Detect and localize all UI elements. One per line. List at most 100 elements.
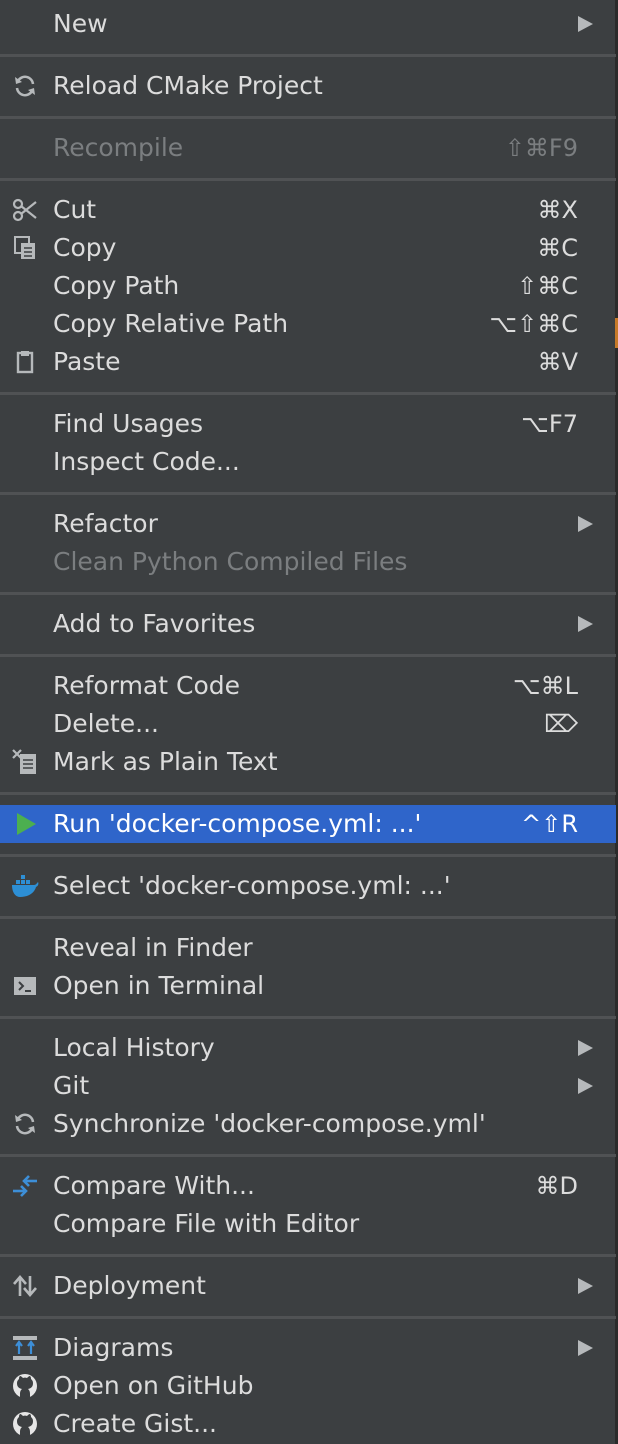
menu-item-recompile: Recompile ⇧⌘F9 xyxy=(0,129,616,167)
menu-separator xyxy=(0,54,616,57)
menu-item-shortcut: ⌘D xyxy=(535,1172,578,1200)
menu-item-shortcut: ⇧⌘C xyxy=(517,272,578,300)
menu-item-clean-python-compiled-files: Clean Python Compiled Files xyxy=(0,543,616,581)
menu-item-label: Recompile xyxy=(53,133,184,162)
submenu-arrow-icon xyxy=(578,1078,593,1094)
menu-item-reveal-in-finder[interactable]: Reveal in Finder xyxy=(0,929,616,967)
menu-item-cut[interactable]: Cut ⌘X xyxy=(0,191,616,229)
menu-item-label: Run 'docker-compose.yml: ...' xyxy=(53,809,422,838)
menu-item-label: Local History xyxy=(53,1033,215,1062)
scissors-icon xyxy=(9,196,41,224)
menu-separator xyxy=(0,792,616,795)
compare-icon xyxy=(9,1172,41,1200)
menu-item-open-in-terminal[interactable]: Open in Terminal xyxy=(0,967,616,1005)
menu-item-label: Create Gist... xyxy=(53,1409,218,1438)
submenu-arrow-icon xyxy=(578,1040,593,1056)
menu-item-reformat-code[interactable]: Reformat Code ⌥⌘L xyxy=(0,667,616,705)
menu-item-shortcut: ^⇧R xyxy=(521,810,578,838)
menu-separator xyxy=(0,392,616,395)
menu-item-delete[interactable]: Delete... ⌦ xyxy=(0,705,616,743)
menu-item-paste[interactable]: Paste ⌘V xyxy=(0,343,616,381)
menu-item-label: Diagrams xyxy=(53,1333,174,1362)
menu-item-mark-as-plain-text[interactable]: Mark as Plain Text xyxy=(0,743,616,781)
menu-item-label: Select 'docker-compose.yml: ...' xyxy=(53,871,451,900)
run-icon xyxy=(9,810,41,838)
menu-item-label: Copy Path xyxy=(53,271,180,300)
menu-item-label: Compare File with Editor xyxy=(53,1209,360,1238)
github-icon xyxy=(9,1372,41,1400)
menu-item-label: Reveal in Finder xyxy=(53,933,253,962)
menu-item-label: Open in Terminal xyxy=(53,971,265,1000)
menu-item-reload-cmake-project[interactable]: Reload CMake Project xyxy=(0,67,616,105)
menu-item-local-history[interactable]: Local History xyxy=(0,1029,616,1067)
menu-item-label: Find Usages xyxy=(53,409,204,438)
menu-item-label: New xyxy=(53,9,108,38)
menu-item-run-docker-compose-yml[interactable]: Run 'docker-compose.yml: ...' ^⇧R xyxy=(0,805,616,843)
menu-item-label: Git xyxy=(53,1071,90,1100)
menu-item-label: Reload CMake Project xyxy=(53,71,323,100)
menu-item-copy[interactable]: Copy ⌘C xyxy=(0,229,616,267)
menu-item-find-usages[interactable]: Find Usages ⌥F7 xyxy=(0,405,616,443)
submenu-arrow-icon xyxy=(578,1340,593,1356)
menu-item-copy-path[interactable]: Copy Path ⇧⌘C xyxy=(0,267,616,305)
menu-item-label: Copy Relative Path xyxy=(53,309,289,338)
menu-item-label: Deployment xyxy=(53,1271,206,1300)
deployment-icon xyxy=(9,1272,41,1300)
copy-icon xyxy=(9,234,41,262)
menu-item-open-on-github[interactable]: Open on GitHub xyxy=(0,1367,616,1405)
menu-separator xyxy=(0,1316,616,1319)
menu-item-add-to-favorites[interactable]: Add to Favorites xyxy=(0,605,616,643)
submenu-arrow-icon xyxy=(578,616,593,632)
menu-item-shortcut: ⌦ xyxy=(544,710,578,738)
menu-item-new[interactable]: New xyxy=(0,5,616,43)
menu-separator xyxy=(0,854,616,857)
submenu-arrow-icon xyxy=(578,1278,593,1294)
menu-item-label: Synchronize 'docker-compose.yml' xyxy=(53,1109,486,1138)
menu-separator xyxy=(0,1154,616,1157)
menu-separator xyxy=(0,592,616,595)
submenu-arrow-icon xyxy=(578,516,593,532)
menu-separator xyxy=(0,178,616,181)
menu-item-label: Open on GitHub xyxy=(53,1371,254,1400)
menu-item-label: Compare With... xyxy=(53,1171,255,1200)
menu-item-compare-file-with-editor[interactable]: Compare File with Editor xyxy=(0,1205,616,1243)
menu-item-label: Refactor xyxy=(53,509,158,538)
reload-icon xyxy=(9,72,41,100)
menu-item-synchronize-docker-compose-yml[interactable]: Synchronize 'docker-compose.yml' xyxy=(0,1105,616,1143)
menu-separator xyxy=(0,1016,616,1019)
menu-separator xyxy=(0,916,616,919)
menu-item-shortcut: ⌘X xyxy=(537,196,578,224)
menu-separator xyxy=(0,116,616,119)
menu-item-label: Inspect Code... xyxy=(53,447,240,476)
menu-item-refactor[interactable]: Refactor xyxy=(0,505,616,543)
menu-separator xyxy=(0,492,616,495)
menu-item-label: Paste xyxy=(53,347,121,376)
menu-item-shortcut: ⇧⌘F9 xyxy=(504,134,578,162)
menu-item-label: Cut xyxy=(53,195,97,224)
menu-item-inspect-code[interactable]: Inspect Code... xyxy=(0,443,616,481)
docker-icon xyxy=(9,872,41,900)
menu-item-label: Delete... xyxy=(53,709,159,738)
menu-item-select-docker-compose-yml[interactable]: Select 'docker-compose.yml: ...' xyxy=(0,867,616,905)
menu-separator xyxy=(0,654,616,657)
menu-item-shortcut: ⌥F7 xyxy=(521,410,578,438)
menu-item-copy-relative-path[interactable]: Copy Relative Path ⌥⇧⌘C xyxy=(0,305,616,343)
plain-text-icon xyxy=(9,748,41,776)
menu-item-label: Clean Python Compiled Files xyxy=(53,547,408,576)
menu-item-shortcut: ⌥⌘L xyxy=(512,672,578,700)
menu-item-label: Mark as Plain Text xyxy=(53,747,278,776)
reload-icon xyxy=(9,1110,41,1138)
menu-item-diagrams[interactable]: Diagrams xyxy=(0,1329,616,1367)
menu-item-create-gist[interactable]: Create Gist... xyxy=(0,1405,616,1443)
menu-item-deployment[interactable]: Deployment xyxy=(0,1267,616,1305)
menu-item-shortcut: ⌘V xyxy=(537,348,578,376)
menu-item-label: Add to Favorites xyxy=(53,609,256,638)
menu-item-git[interactable]: Git xyxy=(0,1067,616,1105)
menu-item-label: Copy xyxy=(53,233,117,262)
menu-item-compare-with[interactable]: Compare With... ⌘D xyxy=(0,1167,616,1205)
diagram-icon xyxy=(9,1334,41,1362)
github-icon xyxy=(9,1410,41,1438)
submenu-arrow-icon xyxy=(578,16,593,32)
clipboard-icon xyxy=(9,348,41,376)
terminal-icon xyxy=(9,972,41,1000)
